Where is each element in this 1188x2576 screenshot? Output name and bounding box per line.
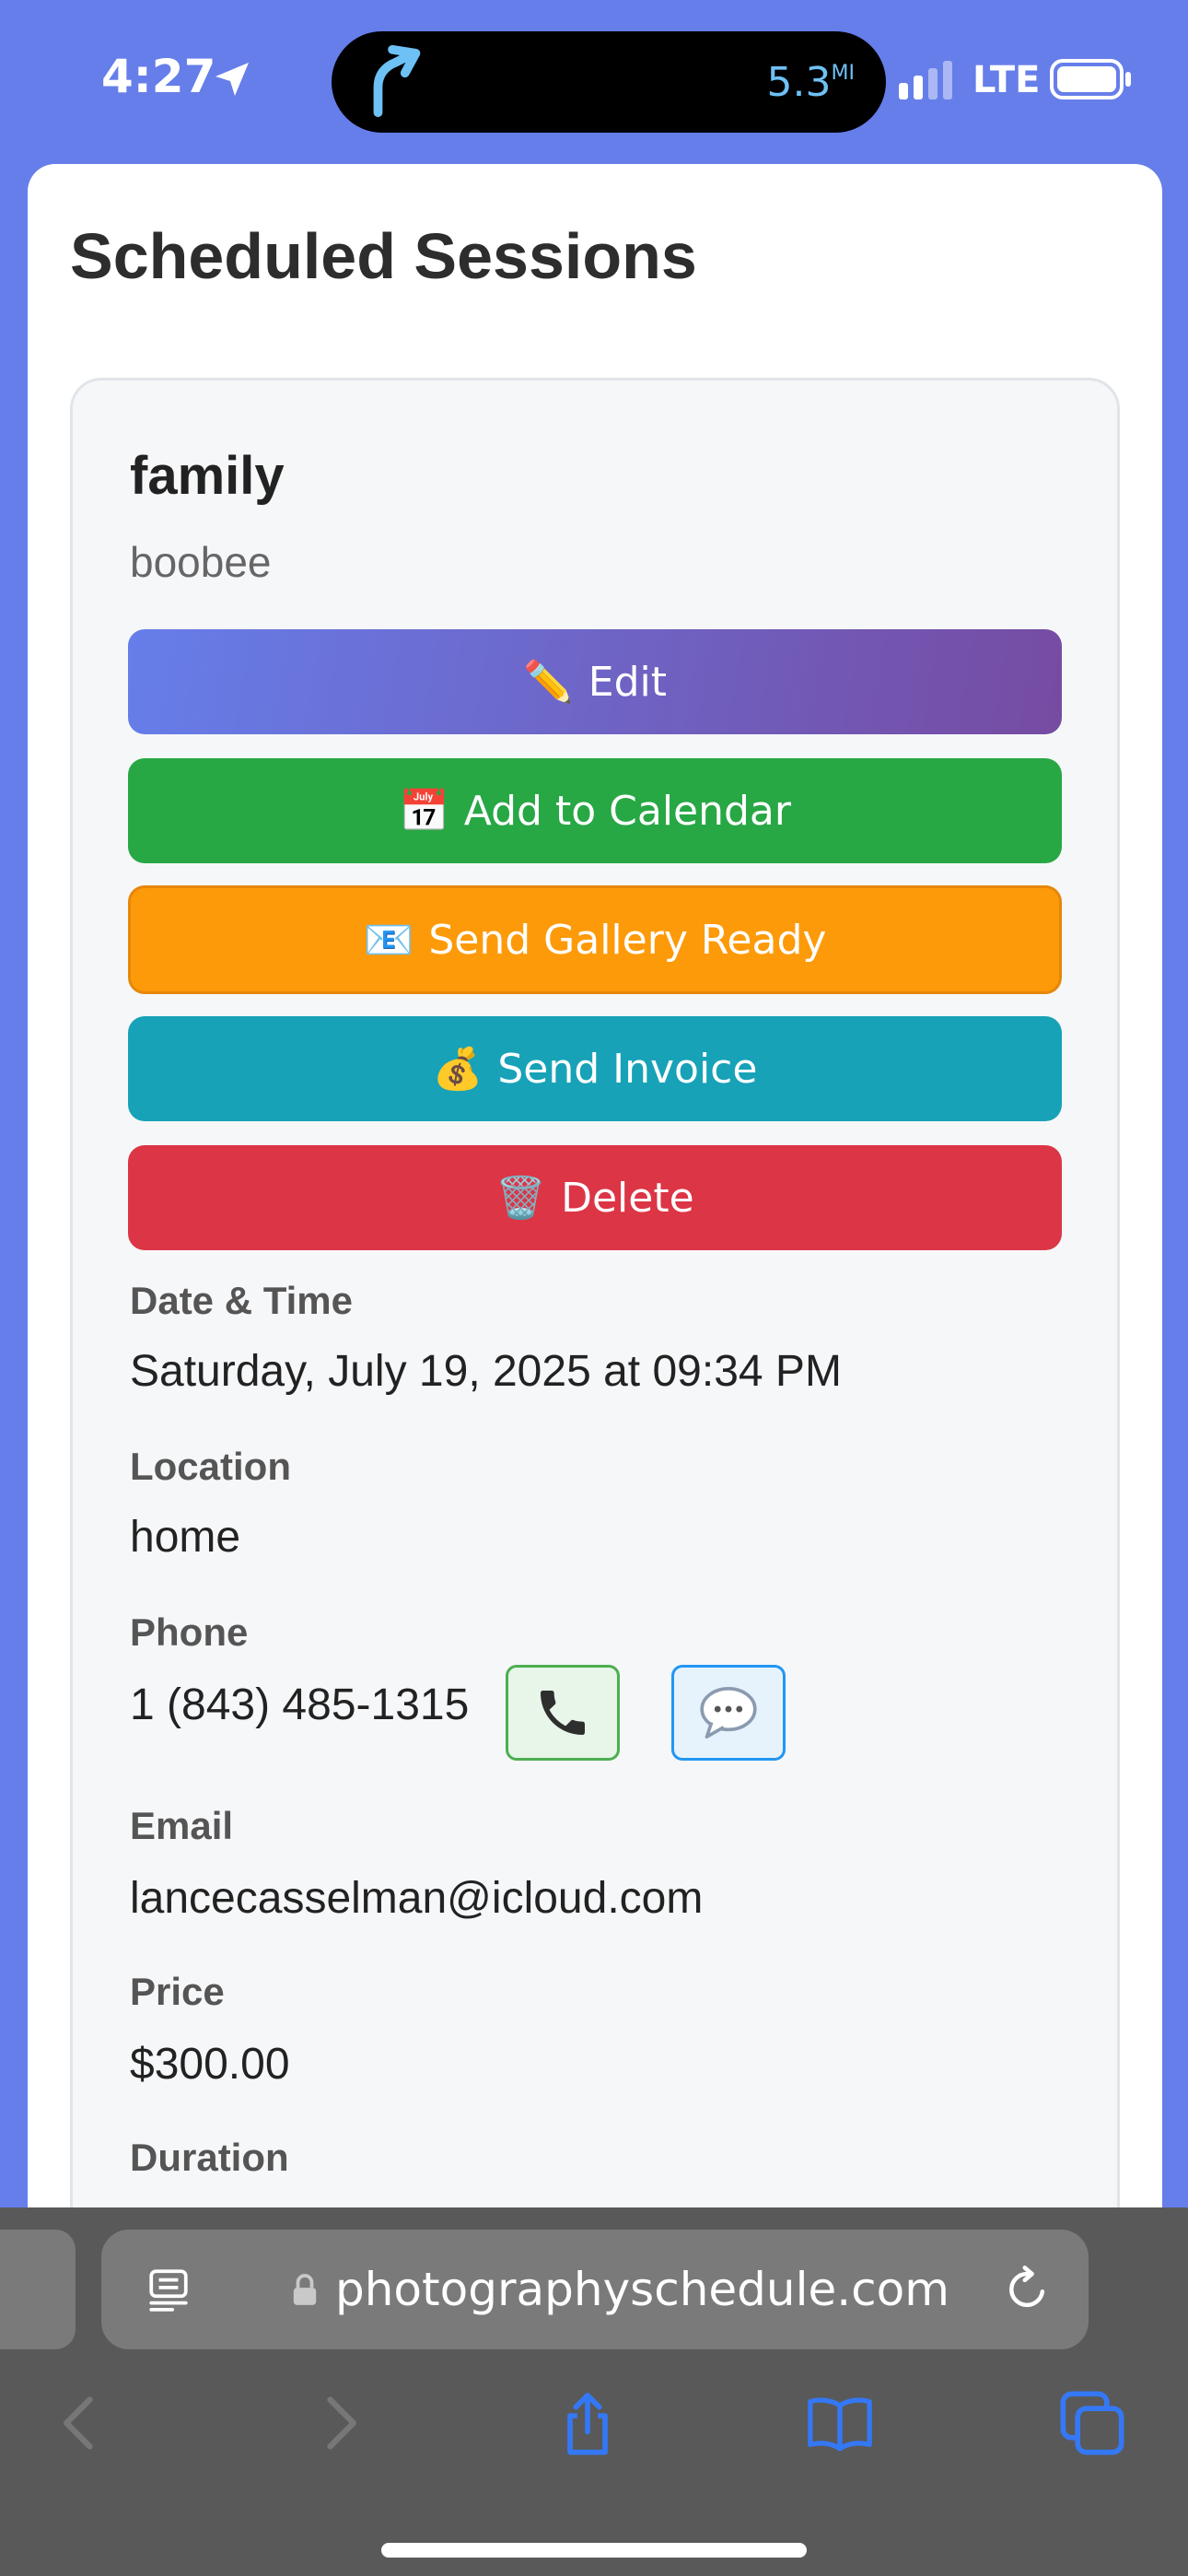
location-arrow-icon [215,63,249,96]
speech-bubble-icon [700,1687,757,1739]
price-label: Price [130,1970,225,2013]
home-indicator[interactable] [381,2543,807,2558]
send-gallery-ready-label: Send Gallery Ready [428,916,827,964]
add-to-calendar-button[interactable]: 📅 Add to Calendar [128,758,1062,863]
network-type: LTE [973,59,1041,101]
send-invoice-button[interactable]: 💰 Send Invoice [128,1016,1062,1121]
phone-value[interactable]: 1 (843) 485-1315 [130,1680,469,1730]
call-button[interactable] [506,1665,620,1761]
session-type: family [130,446,285,506]
send-gallery-ready-button[interactable]: 📧 Send Gallery Ready [128,885,1062,994]
send-invoice-label: Send Invoice [497,1045,758,1093]
delete-button-label: Delete [561,1174,694,1222]
delete-button[interactable]: 🗑️ Delete [128,1145,1062,1250]
session-card: family boobee ✏️ Edit 📅 Add to Calendar … [70,378,1120,2313]
date-time-value: Saturday, July 19, 2025 at 09:34 PM [130,1347,842,1396]
cellular-signal-icon [899,61,952,100]
reader-mode-icon[interactable] [146,2266,192,2313]
phone-label: Phone [130,1610,249,1654]
navigation-distance: 5.3MI [766,59,855,106]
duration-label: Duration [130,2136,289,2179]
envelope-icon: 📧 [363,917,414,964]
turn-arrow-icon [373,44,421,118]
book-icon[interactable] [805,2388,875,2458]
edit-button[interactable]: ✏️ Edit [128,629,1062,734]
trash-icon: 🗑️ [495,1175,547,1222]
email-label: Email [130,1804,234,1847]
browser-toolbar: photographyschedule.com [0,2207,1188,2576]
money-bag-icon: 💰 [432,1046,483,1093]
address-bar[interactable]: photographyschedule.com [101,2230,1089,2349]
status-time: 4:27 [101,50,216,103]
email-value[interactable]: lancecasselman@icloud.com [130,1873,703,1924]
calendar-icon: 📅 [399,788,449,835]
location-label: Location [130,1445,291,1488]
url-text: photographyschedule.com [335,2263,949,2316]
battery-icon [1050,59,1131,100]
message-button[interactable] [671,1665,786,1761]
lock-icon [293,2274,317,2305]
edit-button-label: Edit [588,658,667,706]
dynamic-island[interactable]: 5.3MI [332,31,886,133]
price-value: $300.00 [130,2040,290,2089]
client-name: boobee [130,538,272,586]
share-icon[interactable] [553,2388,623,2458]
forward-chevron-icon[interactable] [304,2388,374,2458]
main-container: Scheduled Sessions family boobee ✏️ Edit… [28,164,1162,2313]
status-bar: 4:27 5.3MI LTE [0,0,1188,164]
page-title: Scheduled Sessions [70,220,697,292]
location-value: home [130,1513,241,1562]
reload-icon[interactable] [1002,2265,1052,2314]
previous-tab-peek[interactable] [0,2230,76,2349]
pencil-icon: ✏️ [522,659,574,706]
date-time-label: Date & Time [130,1279,353,1322]
tabs-icon[interactable] [1057,2388,1127,2458]
add-to-calendar-label: Add to Calendar [463,787,791,835]
back-chevron-icon[interactable] [46,2388,116,2458]
phone-icon [541,1691,585,1735]
